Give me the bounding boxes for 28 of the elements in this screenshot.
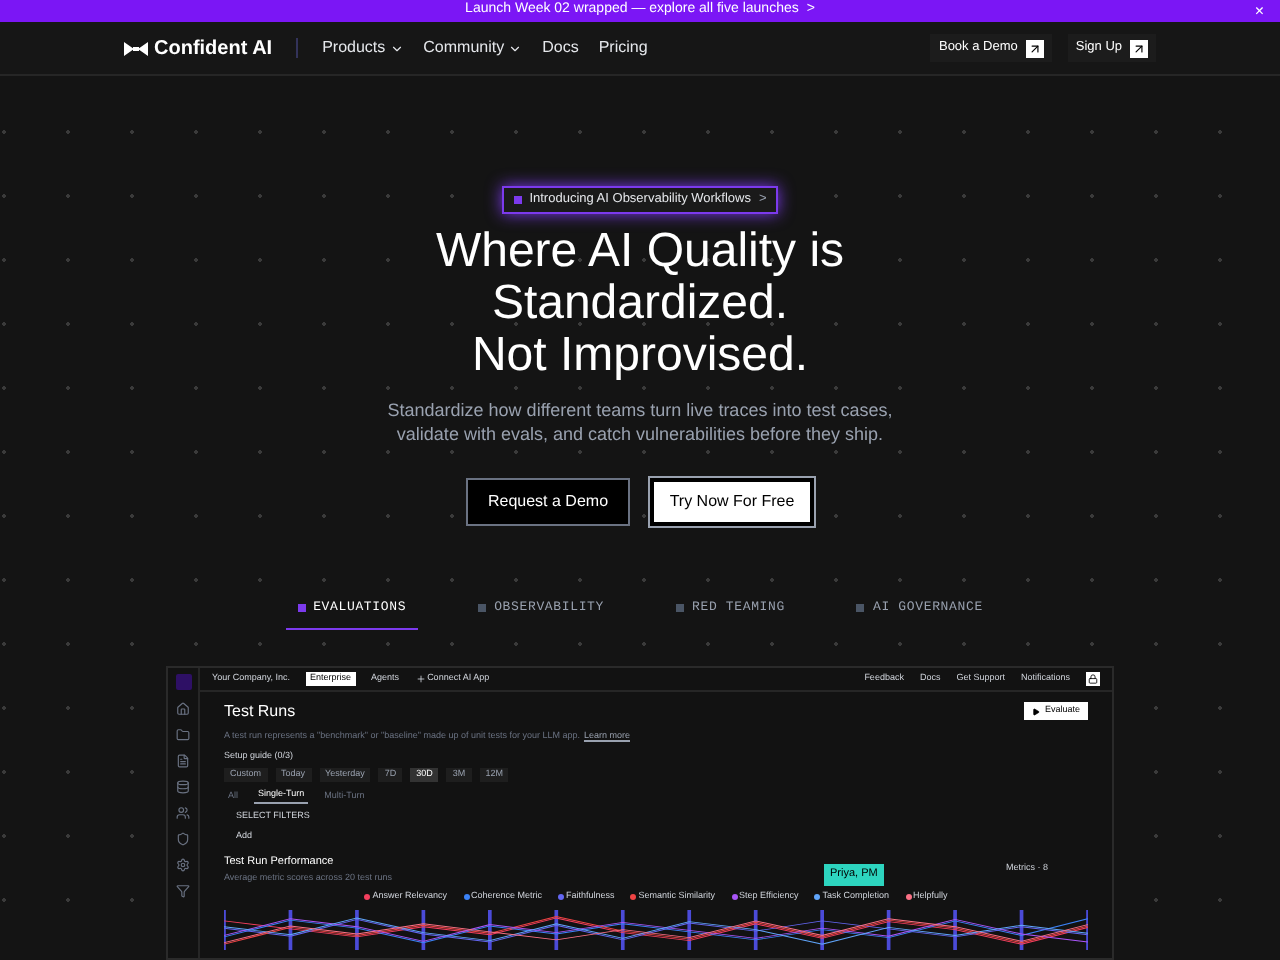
arrow-icon (1132, 41, 1146, 55)
cta-button[interactable]: Try Now For Free (650, 478, 814, 526)
nav-link[interactable]: Pricing (598, 36, 648, 60)
caret-icon (508, 41, 523, 55)
sidebar-icon[interactable] (176, 805, 190, 820)
sidebar-icon[interactable] (176, 753, 190, 768)
sidebar-icon[interactable] (176, 831, 190, 846)
arrow-icon (1027, 41, 1042, 55)
hero-subtitle: Standardize how different teams turn live traces into test cases, validate with evals, and catch vulnerabilities before they ship. (385, 398, 895, 446)
caret-icon (389, 41, 404, 55)
page-title: Test Runs (224, 699, 296, 724)
brand-name[interactable]: Confident AI (154, 33, 273, 63)
app-logo-icon (175, 673, 191, 690)
plus-icon (415, 673, 426, 684)
sidebar-icon[interactable] (176, 883, 190, 898)
close-button[interactable]: × (1254, 3, 1264, 19)
nav-link[interactable]: Docs (542, 36, 579, 60)
nav-link[interactable]: Community (423, 36, 523, 60)
cta-button[interactable]: Request a Demo (466, 478, 630, 526)
sidebar-icon[interactable] (176, 701, 190, 716)
nav-link[interactable]: Products (322, 36, 404, 60)
sidebar-icon[interactable] (176, 727, 190, 742)
play-icon (1032, 707, 1041, 716)
sidebar-icon[interactable] (176, 779, 190, 794)
hero-title: Where AI Quality is Standardized. Not Improvised. (435, 226, 845, 382)
sidebar-icon[interactable] (176, 857, 190, 872)
lock-icon[interactable] (1086, 671, 1100, 686)
logo-icon (124, 41, 148, 55)
